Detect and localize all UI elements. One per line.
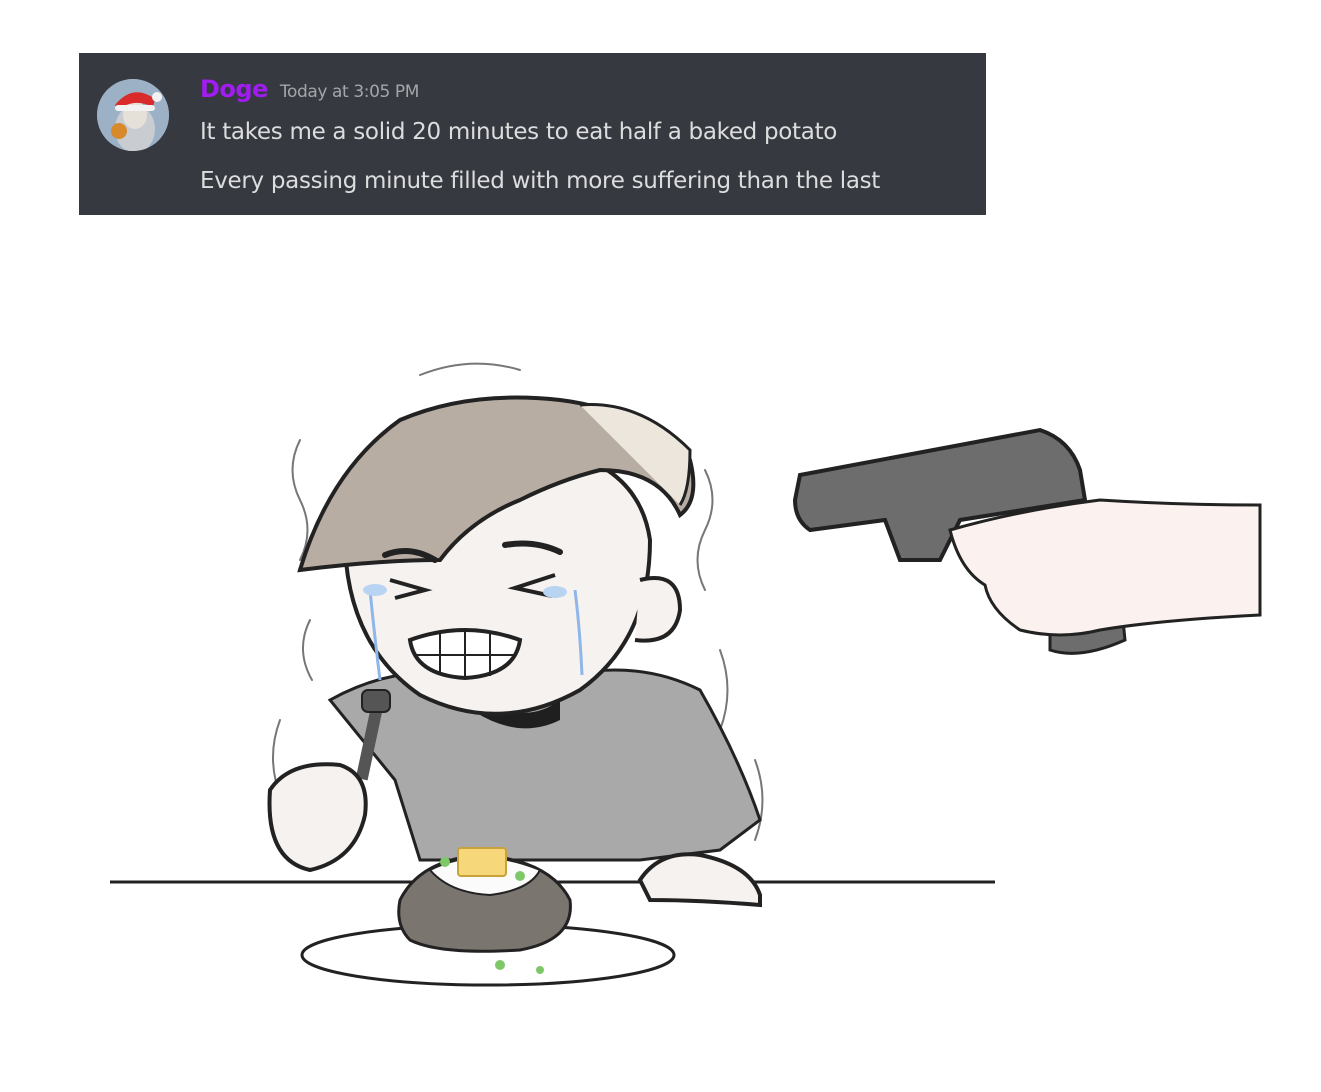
left-hand (267, 762, 368, 873)
illustration (110, 362, 1262, 987)
shooter-arm (948, 498, 1262, 637)
right-hand (637, 852, 762, 908)
butter (457, 847, 507, 877)
